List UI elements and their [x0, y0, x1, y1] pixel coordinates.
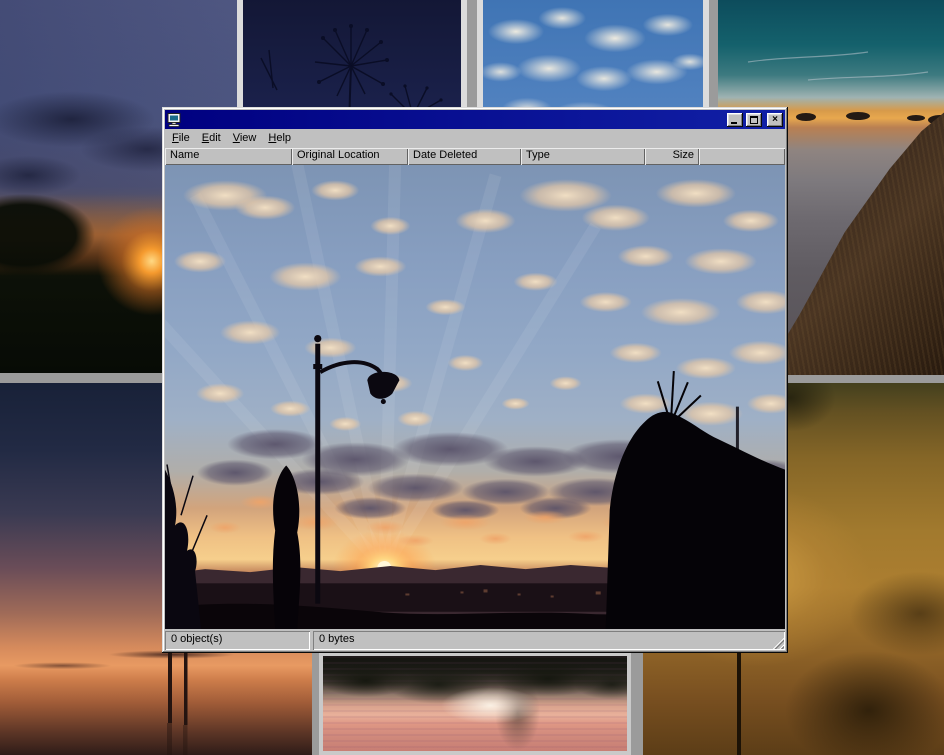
window-icon[interactable]	[167, 113, 182, 127]
column-header-row: Name Original Location Date Deleted Type…	[165, 148, 785, 165]
menu-file[interactable]: File	[166, 130, 196, 147]
column-header-name[interactable]: Name	[165, 148, 292, 165]
menu-view[interactable]: View	[227, 130, 263, 147]
desktop: × File Edit View Help Name Original Loca…	[0, 0, 944, 755]
menu-help[interactable]: Help	[262, 130, 297, 147]
recycle-bin-window: × File Edit View Help Name Original Loca…	[162, 107, 788, 653]
status-size-text: 0 bytes	[319, 633, 354, 645]
minimize-button[interactable]	[727, 113, 743, 127]
maximize-icon	[750, 116, 758, 124]
wallpaper-photo-water-reflection	[319, 652, 631, 755]
status-object-count: 0 object(s)	[165, 631, 310, 650]
list-view-sunset-photo[interactable]	[165, 165, 785, 629]
status-bar: 0 object(s) 0 bytes	[165, 629, 785, 650]
column-header-type[interactable]: Type	[521, 148, 645, 165]
status-size: 0 bytes	[313, 631, 785, 650]
menu-edit[interactable]: Edit	[196, 130, 227, 147]
resize-grip[interactable]	[772, 637, 784, 649]
column-header-original-location[interactable]: Original Location	[292, 148, 408, 165]
title-bar[interactable]: ×	[165, 110, 785, 129]
minimize-icon	[731, 122, 737, 124]
column-header-date-deleted[interactable]: Date Deleted	[408, 148, 521, 165]
maximize-button[interactable]	[746, 113, 762, 127]
menu-bar: File Edit View Help	[165, 129, 785, 148]
close-button[interactable]: ×	[767, 113, 783, 127]
column-header-spacer	[699, 148, 785, 165]
column-header-size[interactable]: Size	[645, 148, 699, 165]
sunset-photo-art	[165, 165, 785, 629]
